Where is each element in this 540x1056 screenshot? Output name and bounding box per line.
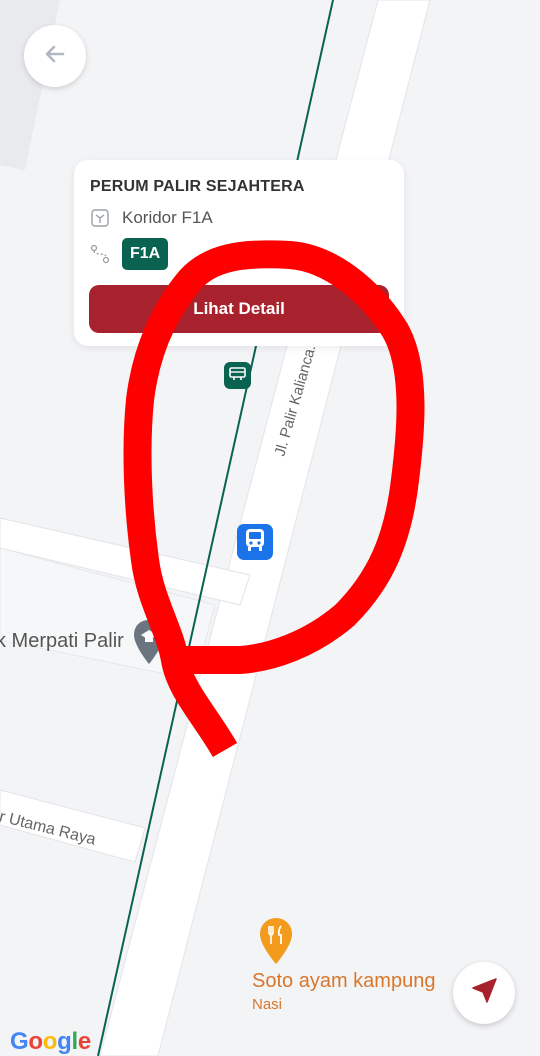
corridor-icon xyxy=(90,208,110,228)
poi-food-subtitle: Nasi xyxy=(252,996,283,1013)
bus-location-pin[interactable] xyxy=(237,524,273,560)
back-button[interactable] xyxy=(24,25,86,87)
arrow-left-icon xyxy=(41,40,69,73)
detail-button[interactable]: Lihat Detail xyxy=(89,285,389,333)
google-logo-letter: g xyxy=(57,1028,72,1055)
corridor-label: Koridor F1A xyxy=(122,208,213,227)
stop-name: PERUM PALIR SEJAHTERA xyxy=(90,178,305,195)
bus-stop-icon xyxy=(229,366,246,386)
stop-info-card[interactable]: PERUM PALIR SEJAHTERA Koridor F1A F1A Li… xyxy=(74,160,404,346)
google-logo-letter: G xyxy=(10,1028,29,1055)
poi-school-label[interactable]: k Merpati Palir xyxy=(0,630,124,653)
navigation-arrow-icon xyxy=(470,977,498,1010)
bus-icon xyxy=(244,528,266,557)
poi-food-title[interactable]: Soto ayam kampung xyxy=(252,970,435,993)
route-badge[interactable]: F1A xyxy=(122,238,169,270)
my-location-button[interactable] xyxy=(453,962,515,1024)
restaurant-pin-icon[interactable] xyxy=(260,918,292,964)
google-logo-letter: o xyxy=(28,1028,43,1055)
route-icon xyxy=(90,244,110,264)
route-row: F1A xyxy=(90,238,169,270)
google-logo-letter: e xyxy=(77,1028,91,1055)
bus-stop-pin[interactable] xyxy=(224,362,251,389)
google-logo-letter: o xyxy=(42,1028,58,1055)
corridor-row: Koridor F1A xyxy=(90,208,213,228)
google-logo: Google xyxy=(10,1028,91,1056)
school-pin-icon[interactable] xyxy=(134,620,164,664)
google-logo-text: Google xyxy=(10,1028,91,1055)
